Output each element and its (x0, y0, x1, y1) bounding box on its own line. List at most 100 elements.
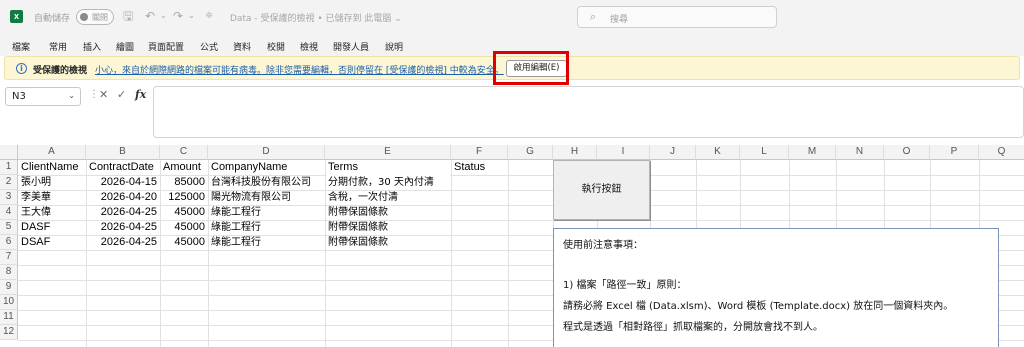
excel-icon: x (10, 10, 23, 23)
row-header-4[interactable]: 4 (0, 205, 18, 220)
table-cell[interactable]: 張小明 (19, 175, 85, 190)
table-cell[interactable]: DSAF (19, 235, 85, 250)
table-cell[interactable]: 45000 (161, 205, 207, 220)
table-cell[interactable]: DASF (19, 220, 85, 235)
row-header-11[interactable]: 11 (0, 310, 18, 325)
autosave-toggle[interactable]: 關閉 (76, 9, 114, 25)
table-cell[interactable]: 綠能工程行 (209, 205, 324, 220)
insert-function-icon[interactable]: fx (135, 88, 146, 101)
table-cell[interactable]: 85000 (161, 175, 207, 190)
more-options-icon[interactable]: ⋮ (89, 89, 99, 100)
table-cell[interactable]: 附帶保固條款 (326, 220, 450, 235)
notes-rule1-title: 1) 檔案「路徑一致」原則： (563, 280, 687, 291)
protected-view-message[interactable]: 小心，來自於網際網路的檔案可能有病毒。除非您需要編輯，否則停留在 [受保護的檢視… (95, 63, 504, 76)
column-header-d[interactable]: D (208, 145, 325, 160)
header-cell-clientname[interactable]: ClientName (19, 160, 85, 175)
tab-file[interactable]: 檔案 (12, 40, 30, 53)
search-box[interactable]: ⌕ 搜尋 (577, 6, 777, 28)
document-title[interactable]: Data - 受保護的檢視 • 已儲存到 此電腦 ⌄ (230, 11, 402, 24)
undo-icon[interactable]: ↶ (145, 9, 155, 23)
run-button[interactable]: 執行按鈕 (553, 160, 650, 220)
row-header-9[interactable]: 9 (0, 280, 18, 295)
tab-formulas[interactable]: 公式 (200, 40, 218, 53)
row-header-5[interactable]: 5 (0, 220, 18, 235)
autosave-label: 自動儲存 (34, 14, 71, 24)
table-cell[interactable]: 45000 (161, 220, 207, 235)
column-header-e[interactable]: E (325, 145, 451, 160)
select-all-corner[interactable] (0, 145, 18, 160)
header-cell-contractdate[interactable]: ContractDate (87, 160, 159, 175)
tab-home[interactable]: 常用 (49, 40, 67, 53)
table-cell[interactable]: 125000 (161, 190, 207, 205)
table-cell[interactable]: 2026-04-20 (87, 190, 159, 205)
column-header-g[interactable]: G (508, 145, 553, 160)
column-header-l[interactable]: L (740, 145, 789, 160)
column-header-m[interactable]: M (789, 145, 836, 160)
table-cell[interactable]: 李美華 (19, 190, 85, 205)
column-header-q[interactable]: Q (979, 145, 1024, 160)
table-cell[interactable]: 45000 (161, 235, 207, 250)
column-header-k[interactable]: K (696, 145, 740, 160)
table-cell[interactable]: 含稅，一次付清 (326, 190, 450, 205)
table-cell[interactable]: 陽光物流有限公司 (209, 190, 324, 205)
table-cell[interactable]: 2026-04-15 (87, 175, 159, 190)
tab-developer[interactable]: 開發人員 (333, 40, 369, 53)
row-header-6[interactable]: 6 (0, 235, 18, 250)
chevron-down-icon[interactable]: ⌄ (68, 91, 75, 100)
enter-icon[interactable]: ✓ (117, 88, 126, 101)
tab-insert[interactable]: 插入 (83, 40, 101, 53)
table-cell[interactable]: 綠能工程行 (209, 235, 324, 250)
table-cell[interactable]: 台灣科技股份有限公司 (209, 175, 325, 190)
search-input[interactable]: 搜尋 (610, 12, 628, 25)
tab-page-layout[interactable]: 頁面配置 (148, 40, 184, 53)
table-cell[interactable]: 王大偉 (19, 205, 85, 220)
row-header-12[interactable]: 12 (0, 325, 18, 340)
tab-review[interactable]: 校閱 (267, 40, 285, 53)
info-icon: i (16, 63, 27, 74)
protected-view-title: 受保護的檢視 (33, 66, 88, 76)
table-cell[interactable]: 2026-04-25 (87, 235, 159, 250)
undo-dropdown-icon[interactable]: ⌄ (160, 9, 167, 23)
column-header-c[interactable]: C (160, 145, 208, 160)
column-header-h[interactable]: H (553, 145, 597, 160)
column-header-j[interactable]: J (650, 145, 696, 160)
table-cell[interactable]: 附帶保固條款 (326, 235, 450, 250)
cancel-icon[interactable]: ✕ (99, 88, 108, 101)
search-icon: ⌕ (590, 10, 597, 23)
table-cell[interactable]: 綠能工程行 (209, 220, 324, 235)
tab-draw[interactable]: 繪圖 (116, 40, 134, 53)
save-icon[interactable]: 🖫 (123, 9, 133, 23)
row-header-3[interactable]: 3 (0, 190, 18, 205)
table-cell[interactable]: 2026-04-25 (87, 205, 159, 220)
name-box[interactable]: N3 ⌄ (5, 87, 81, 106)
header-cell-status[interactable]: Status (452, 160, 507, 175)
row-header-10[interactable]: 10 (0, 295, 18, 310)
row-header-2[interactable]: 2 (0, 175, 18, 190)
tab-help[interactable]: 說明 (385, 40, 403, 53)
header-cell-terms[interactable]: Terms (326, 160, 450, 175)
table-cell[interactable]: 分期付款，30 天內付清 (326, 175, 450, 190)
column-header-a[interactable]: A (18, 145, 86, 160)
row-header-8[interactable]: 8 (0, 265, 18, 280)
redo-icon[interactable]: ↷ (173, 9, 183, 23)
redo-dropdown-icon[interactable]: ⌄ (188, 9, 195, 23)
column-header-b[interactable]: B (86, 145, 160, 160)
column-header-f[interactable]: F (451, 145, 508, 160)
autosave-state: 關閉 (92, 13, 108, 22)
table-cell[interactable]: 附帶保固條款 (326, 205, 450, 220)
column-header-o[interactable]: O (884, 145, 930, 160)
column-header-n[interactable]: N (836, 145, 884, 160)
header-cell-companyname[interactable]: CompanyName (209, 160, 324, 175)
tab-view[interactable]: 檢視 (300, 40, 318, 53)
row-header-7[interactable]: 7 (0, 250, 18, 265)
header-cell-amount[interactable]: Amount (161, 160, 207, 175)
toggle-knob (80, 13, 88, 21)
tab-data[interactable]: 資料 (233, 40, 251, 53)
customize-toolbar-icon[interactable]: ≑ (205, 9, 213, 23)
row-header-1[interactable]: 1 (0, 160, 18, 175)
notes-textbox[interactable]: 使用前注意事項： 1) 檔案「路徑一致」原則： 請務必將 Excel 檔 (Da… (553, 228, 999, 347)
table-cell[interactable]: 2026-04-25 (87, 220, 159, 235)
formula-input[interactable] (153, 86, 1024, 138)
column-header-i[interactable]: I (597, 145, 650, 160)
column-header-p[interactable]: P (930, 145, 979, 160)
